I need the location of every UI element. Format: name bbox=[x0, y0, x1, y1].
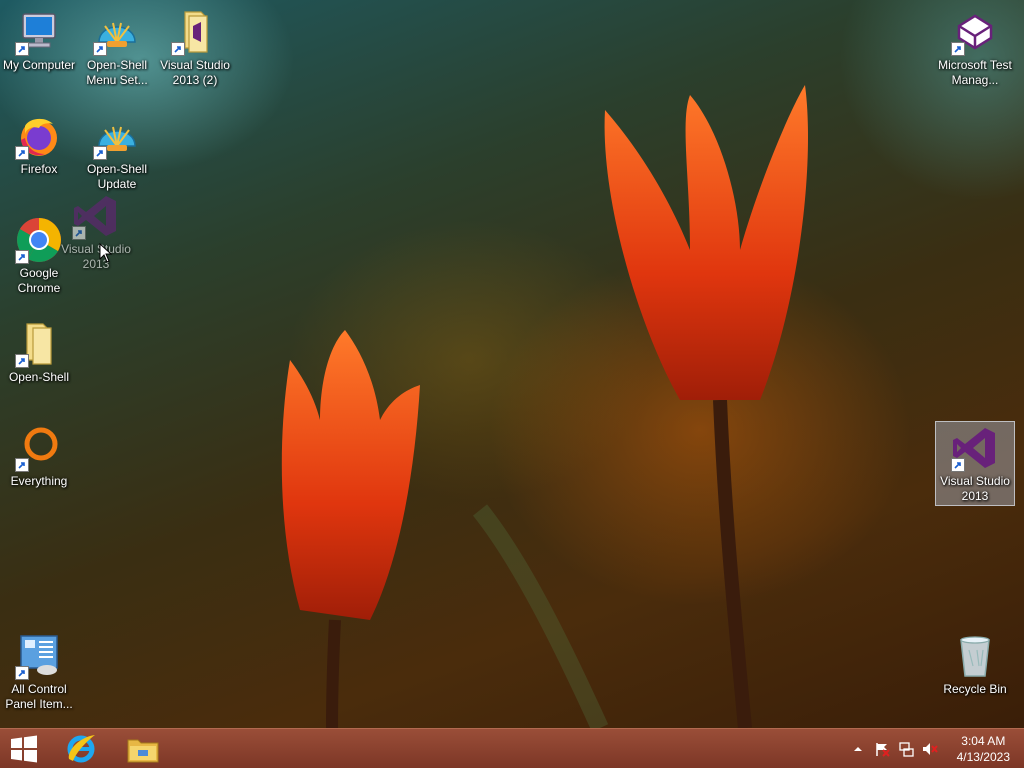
recycle-bin-icon bbox=[960, 636, 990, 677]
taskbar-internet-explorer[interactable] bbox=[56, 729, 106, 768]
desktop-icon-everything[interactable]: Everything bbox=[0, 424, 78, 489]
shortcut-arrow-icon bbox=[93, 42, 107, 56]
action-center-flag-icon[interactable] bbox=[874, 741, 890, 757]
icon-label: Open-Shell Update bbox=[86, 162, 148, 191]
shortcut-arrow-icon bbox=[15, 354, 29, 368]
desktop-icon-open-shell-update[interactable]: Open-Shell Update bbox=[78, 112, 156, 192]
shortcut-arrow-icon bbox=[93, 146, 107, 160]
desktop-icon-recycle-bin[interactable]: Recycle Bin bbox=[936, 632, 1014, 697]
desktop-icon-my-computer[interactable]: My Computer bbox=[0, 8, 78, 73]
icon-label: All Control Panel Item... bbox=[5, 682, 73, 711]
desktop-icon-microsoft-test-manager[interactable]: Microsoft Test Manag... bbox=[936, 8, 1014, 88]
desktop-icon-visual-studio-2013-2-folder[interactable]: Visual Studio 2013 (2) bbox=[156, 8, 234, 88]
desktop-icon-google-chrome[interactable]: Google Chrome bbox=[0, 216, 78, 296]
icon-label: Microsoft Test Manag... bbox=[938, 58, 1012, 87]
icon-label: Firefox bbox=[20, 162, 58, 176]
icon-label: Visual Studio 2013 bbox=[940, 474, 1010, 503]
desktop-background[interactable]: My Computer Open-Shell Menu Set... Visua… bbox=[0, 0, 1024, 728]
network-icon[interactable] bbox=[898, 741, 914, 757]
internet-explorer-icon bbox=[67, 735, 95, 763]
desktop-icon-all-control-panel-items[interactable]: All Control Panel Item... bbox=[0, 632, 78, 712]
shortcut-arrow-icon bbox=[15, 250, 29, 264]
shortcut-arrow-icon bbox=[15, 666, 29, 680]
file-explorer-icon bbox=[127, 739, 159, 763]
desktop-icon-open-shell-folder[interactable]: Open-Shell bbox=[0, 320, 78, 385]
show-hidden-icons-chevron[interactable] bbox=[850, 741, 866, 757]
windows-logo-icon bbox=[11, 735, 37, 763]
shortcut-arrow-icon bbox=[951, 42, 965, 56]
desktop-icon-open-shell-menu-settings[interactable]: Open-Shell Menu Set... bbox=[78, 8, 156, 88]
desktop-icon-firefox[interactable]: Firefox bbox=[0, 112, 78, 177]
clock-date: 4/13/2023 bbox=[956, 750, 1010, 764]
taskbar-file-explorer[interactable] bbox=[118, 729, 168, 768]
mouse-cursor-icon bbox=[99, 243, 113, 263]
wallpaper-tulips bbox=[281, 85, 808, 728]
clock-time: 3:04 AM bbox=[961, 734, 1006, 748]
volume-muted-icon[interactable] bbox=[922, 741, 938, 757]
shortcut-arrow-icon bbox=[951, 458, 965, 472]
icon-label: Open-Shell Menu Set... bbox=[86, 58, 148, 87]
shortcut-arrow-icon bbox=[15, 146, 29, 160]
icon-label: Visual Studio 2013 (2) bbox=[160, 58, 230, 87]
shortcut-arrow-icon bbox=[15, 42, 29, 56]
icon-label: Google Chrome bbox=[17, 266, 61, 295]
icon-label: Everything bbox=[10, 474, 68, 488]
icon-label: My Computer bbox=[2, 58, 76, 72]
system-clock[interactable]: 3:04 AM 4/13/2023 bbox=[957, 733, 1010, 765]
taskbar: 3:04 AM 4/13/2023 bbox=[0, 728, 1024, 768]
shortcut-arrow-icon bbox=[171, 42, 185, 56]
icon-label: Open-Shell bbox=[8, 370, 70, 384]
icon-label: Recycle Bin bbox=[943, 682, 1007, 696]
desktop-icon-visual-studio-2013[interactable]: Visual Studio 2013 bbox=[935, 421, 1015, 506]
shortcut-arrow-icon bbox=[15, 458, 29, 472]
start-button[interactable] bbox=[0, 729, 48, 768]
